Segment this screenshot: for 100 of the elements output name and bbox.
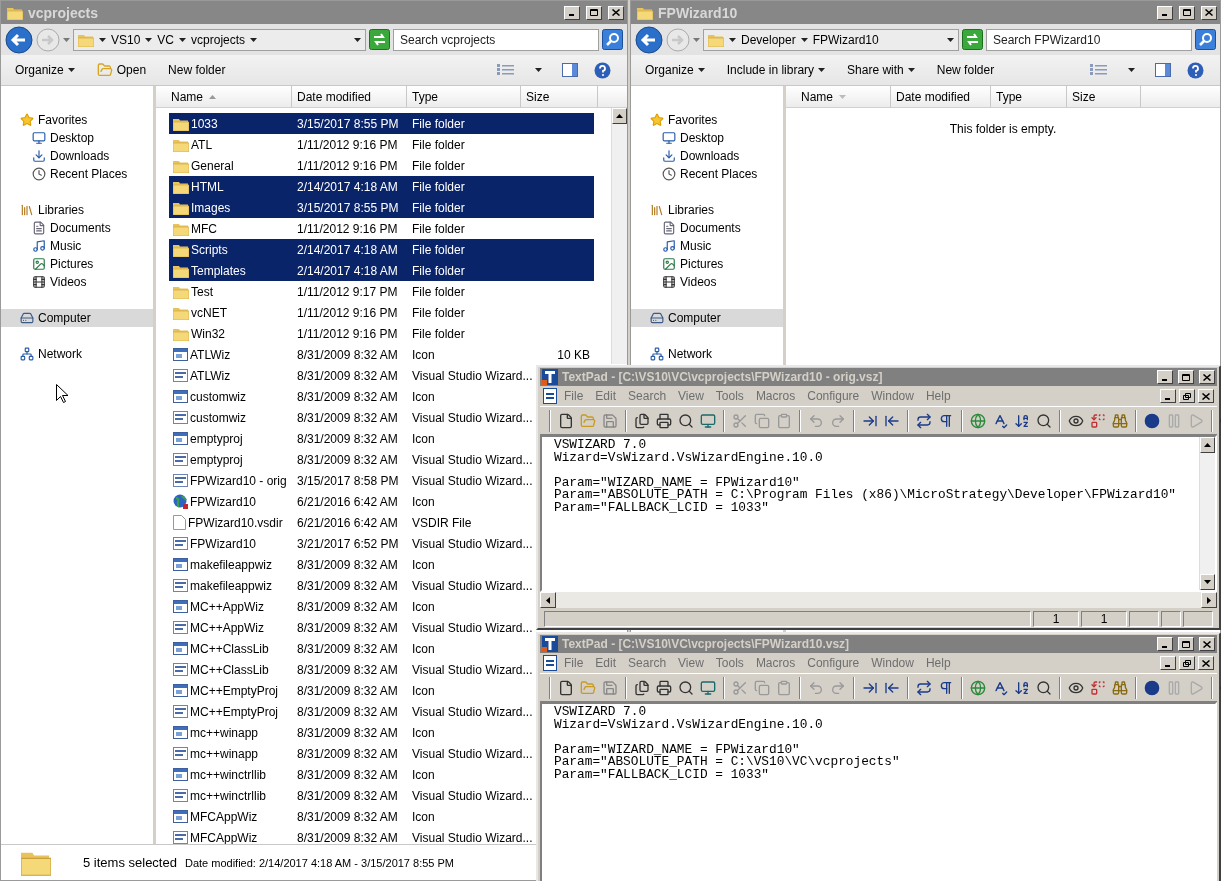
column-header[interactable]: Size	[521, 86, 598, 107]
minimize-button[interactable]	[564, 5, 580, 20]
file-row[interactable]: Test 1/11/2012 9:17 PM File folder	[169, 281, 465, 302]
file-row[interactable]: makefileappwiz 8/31/2009 8:32 AM Icon	[169, 554, 435, 575]
replace-icon[interactable]	[1090, 679, 1106, 696]
nav-item[interactable]: Pictures	[1, 255, 153, 273]
scrollbar[interactable]	[611, 108, 627, 364]
record-icon[interactable]	[1144, 412, 1160, 429]
column-header[interactable]: Size	[1067, 86, 1141, 107]
file-row[interactable]: mc++winapp 8/31/2009 8:32 AM Visual Studio Wizard...	[169, 743, 533, 764]
printer-icon[interactable]	[656, 679, 672, 696]
minimize-button[interactable]	[1160, 656, 1176, 670]
file-row[interactable]: MFCAppWiz 8/31/2009 8:32 AM Icon	[169, 806, 435, 827]
refresh-button[interactable]	[369, 29, 390, 50]
nav-item[interactable]: Libraries	[631, 201, 783, 219]
nav-item[interactable]: Favorites	[1, 111, 153, 129]
close-button[interactable]	[1199, 370, 1215, 384]
scrollbar[interactable]	[1199, 437, 1215, 590]
file-row[interactable]: Win32 1/11/2012 9:16 PM File folder	[169, 323, 465, 344]
history-dropdown[interactable]	[693, 37, 700, 42]
globe-icon[interactable]	[970, 412, 986, 429]
file-row[interactable]: ATLWiz 8/31/2009 8:32 AM Visual Studio Wizard...	[169, 365, 533, 386]
file-row[interactable]: ATL 1/11/2012 9:16 PM File folder	[169, 134, 465, 155]
back-button[interactable]	[635, 25, 663, 54]
file-row[interactable]: customwiz 8/31/2009 8:32 AM Visual Studio Wizard...	[169, 407, 533, 428]
magnifier-icon[interactable]	[678, 679, 694, 696]
search-button[interactable]	[1195, 29, 1216, 50]
clipboard-icon[interactable]	[776, 412, 792, 429]
toolbar-button[interactable]: Open	[90, 59, 153, 81]
view-dropdown[interactable]	[535, 68, 542, 72]
file-row[interactable]: 1033 3/15/2017 8:55 PM File folder	[169, 113, 594, 134]
nav-item[interactable]: Documents	[1, 219, 153, 237]
nav-item[interactable]: Libraries	[1, 201, 153, 219]
find-icon[interactable]	[1036, 679, 1052, 696]
monitor-icon[interactable]	[700, 679, 716, 696]
address-dropdown[interactable]	[354, 37, 361, 42]
magnifier-icon[interactable]	[678, 412, 694, 429]
history-dropdown[interactable]	[63, 37, 70, 42]
file-row[interactable]: MC++EmptyProj 8/31/2009 8:32 AM Icon	[169, 680, 435, 701]
breadcrumb[interactable]: VC	[157, 32, 175, 47]
breadcrumb[interactable]: Developer	[741, 32, 796, 47]
replace-icon[interactable]	[1090, 412, 1106, 429]
search-button[interactable]	[602, 29, 623, 50]
files-icon[interactable]	[634, 412, 650, 429]
menu-button[interactable]: Organize	[639, 60, 711, 80]
maximize-button[interactable]	[1179, 5, 1195, 20]
view-dropdown[interactable]	[1128, 68, 1135, 72]
preview-pane-icon[interactable]	[1155, 63, 1171, 77]
clipboard-icon[interactable]	[776, 679, 792, 696]
pilcrow-icon[interactable]	[938, 412, 954, 429]
close-button[interactable]	[1198, 389, 1214, 403]
back-button[interactable]	[5, 25, 33, 54]
file-row[interactable]: MFCAppWiz 8/31/2009 8:32 AM Visual Studio Wizard...	[169, 827, 533, 844]
nav-item[interactable]: Downloads	[1, 147, 153, 165]
minimize-button[interactable]	[1160, 389, 1176, 403]
refresh-button[interactable]	[962, 29, 983, 50]
nav-item[interactable]: Downloads	[631, 147, 783, 165]
column-header[interactable]: Type	[407, 86, 521, 107]
nav-item[interactable]: Computer	[1, 309, 153, 327]
column-header[interactable]: Date modified	[891, 86, 991, 107]
column-header[interactable]: Type	[991, 86, 1067, 107]
file-row[interactable]: makefileappwiz 8/31/2009 8:32 AM Visual Studio Wizard...	[169, 575, 533, 596]
menu-button[interactable]: Share with	[841, 60, 921, 80]
file-row[interactable]: FPWizard10.vsdir 6/21/2016 6:42 AM VSDIR File	[169, 512, 472, 533]
sort-icon[interactable]	[1014, 412, 1030, 429]
maximize-button[interactable]	[586, 5, 602, 20]
column-header[interactable]: Date modified	[292, 86, 407, 107]
new-file-icon[interactable]	[558, 679, 574, 696]
file-row[interactable]: Images 3/15/2017 8:55 PM File folder	[169, 197, 594, 218]
file-row[interactable]: mc++winctrllib 8/31/2009 8:32 AM Icon	[169, 764, 435, 785]
breadcrumb[interactable]: VS10	[111, 32, 141, 47]
toolbar-button[interactable]: New folder	[930, 60, 1001, 80]
help-icon[interactable]	[594, 61, 611, 79]
nav-item[interactable]: Favorites	[631, 111, 783, 129]
file-row[interactable]: ATLWiz 8/31/2009 8:32 AM Icon 10 KB	[169, 344, 594, 365]
address-bar[interactable]: Developer FPWizard10	[703, 28, 959, 51]
menu-button[interactable]: Include in library	[720, 60, 832, 80]
menu-button[interactable]: Organize	[9, 60, 81, 80]
file-row[interactable]: FPWizard10 6/21/2016 6:42 AM Icon	[169, 491, 435, 512]
files-icon[interactable]	[634, 679, 650, 696]
scrollbar[interactable]	[540, 592, 1217, 608]
nav-item[interactable]: Network	[1, 345, 153, 363]
minimize-button[interactable]	[1157, 370, 1173, 384]
help-icon[interactable]	[1187, 61, 1204, 79]
file-row[interactable]: emptyproj 8/31/2009 8:32 AM Visual Studio Wizard...	[169, 449, 533, 470]
file-row[interactable]: MC++ClassLib 8/31/2009 8:32 AM Icon	[169, 638, 435, 659]
wrap-icon[interactable]	[916, 412, 932, 429]
file-row[interactable]: MC++AppWiz 8/31/2009 8:32 AM Icon	[169, 596, 435, 617]
file-row[interactable]: MC++ClassLib 8/31/2009 8:32 AM Visual Studio Wizard...	[169, 659, 533, 680]
maximize-button[interactable]	[1178, 637, 1194, 651]
nav-item[interactable]: Documents	[631, 219, 783, 237]
nav-item[interactable]: Music	[1, 237, 153, 255]
pilcrow-icon[interactable]	[938, 679, 954, 696]
file-row[interactable]: MC++AppWiz 8/31/2009 8:32 AM Visual Studio Wizard...	[169, 617, 533, 638]
file-row[interactable]: emptyproj 8/31/2009 8:32 AM Icon	[169, 428, 435, 449]
globe-icon[interactable]	[970, 679, 986, 696]
column-header[interactable]: Name	[156, 86, 292, 107]
file-row[interactable]: Scripts 2/14/2017 4:18 AM File folder	[169, 239, 594, 260]
file-row[interactable]: vcNET 1/11/2012 9:16 PM File folder	[169, 302, 465, 323]
toolbar-button[interactable]: New folder	[162, 60, 232, 80]
